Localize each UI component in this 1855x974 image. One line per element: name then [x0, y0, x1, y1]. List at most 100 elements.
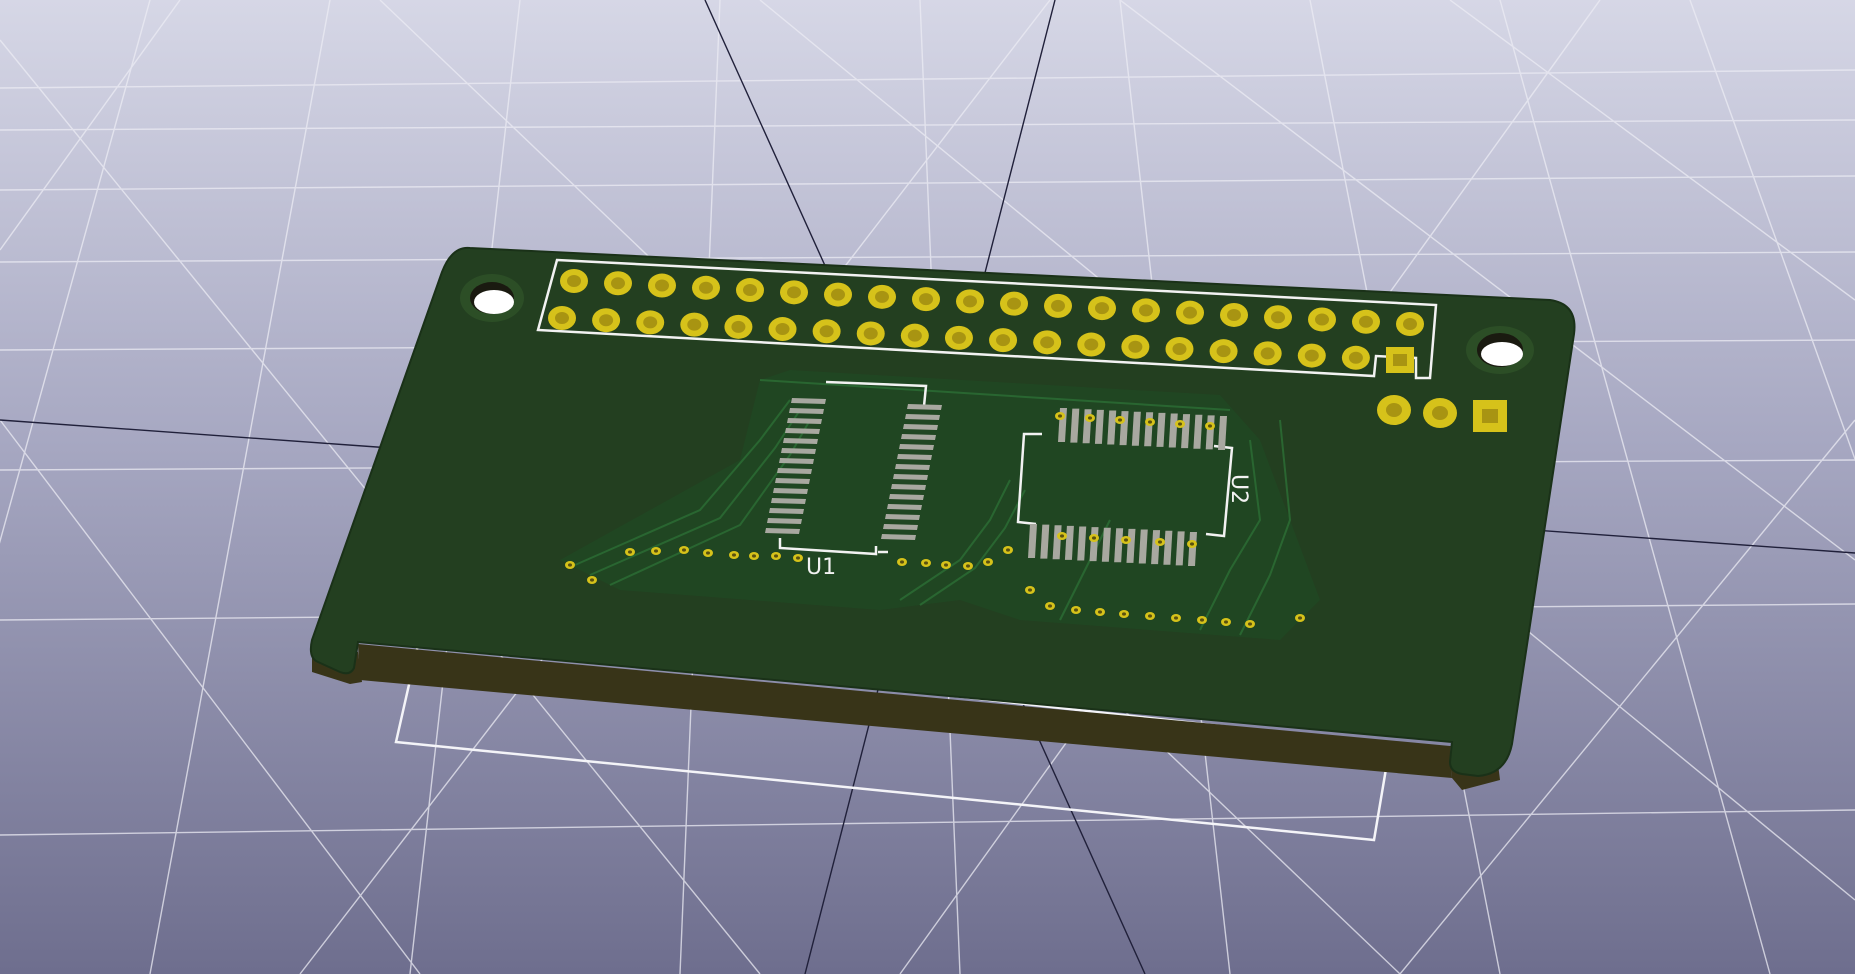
smd-pad	[775, 478, 810, 484]
via	[983, 558, 993, 566]
via	[1071, 606, 1081, 614]
via	[963, 562, 973, 570]
via	[729, 551, 739, 559]
smd-pad	[905, 414, 940, 420]
header-pin	[1264, 305, 1292, 330]
header-pin	[692, 275, 720, 300]
header-pin	[1297, 343, 1326, 368]
via	[1145, 418, 1155, 426]
smd-pad	[903, 424, 938, 430]
smd-pad	[785, 428, 820, 434]
header-pin	[648, 273, 676, 298]
smd-pad	[769, 508, 804, 514]
via	[1171, 614, 1181, 622]
via	[1245, 620, 1255, 628]
header-pin	[1308, 307, 1336, 332]
3d-scene[interactable]: U1 U2	[0, 0, 1855, 974]
via	[587, 576, 597, 584]
smd-pad	[773, 488, 808, 494]
header-pin	[1033, 330, 1062, 355]
u2-reference: U2	[1226, 474, 1251, 504]
smd-pad	[901, 434, 936, 440]
via	[1057, 532, 1067, 540]
header-pin	[989, 328, 1018, 353]
smd-pad	[889, 494, 924, 500]
smd-pad	[887, 504, 922, 510]
smd-pad	[765, 528, 800, 534]
via	[1089, 534, 1099, 542]
via	[1205, 422, 1215, 430]
mounting-hole-right	[1466, 326, 1534, 374]
smd-pad	[899, 444, 934, 450]
smd-pad	[779, 458, 814, 464]
header-pin	[1121, 334, 1150, 359]
smd-pad	[789, 408, 824, 414]
smd-pad	[883, 524, 918, 530]
smd-pad	[893, 474, 928, 480]
smd-pad	[907, 404, 942, 410]
via	[1295, 614, 1305, 622]
header-pin	[768, 317, 797, 342]
via	[1095, 608, 1105, 616]
smd-pad	[783, 438, 818, 444]
via	[1003, 546, 1013, 554]
smd-pad	[771, 498, 806, 504]
via	[793, 554, 803, 562]
header-pin	[1220, 302, 1248, 327]
via	[1175, 420, 1185, 428]
via	[941, 561, 951, 569]
header-pin	[1423, 398, 1457, 428]
header-pin	[1044, 293, 1072, 318]
header-pin	[1253, 341, 1282, 366]
header-pin	[780, 280, 808, 305]
smd-pad	[767, 518, 802, 524]
header-pin	[912, 287, 940, 312]
header-pin	[680, 312, 709, 337]
header-pin	[1088, 296, 1116, 321]
header-pin	[560, 269, 588, 293]
header-pin	[592, 308, 621, 333]
header-pin	[1396, 312, 1424, 336]
via	[1119, 610, 1129, 618]
smd-pad	[777, 468, 812, 474]
header-pin	[1209, 339, 1238, 364]
smd-pad	[891, 484, 926, 490]
via	[1115, 416, 1125, 424]
via	[1121, 536, 1131, 544]
via	[679, 546, 689, 554]
via	[1221, 618, 1231, 626]
3d-viewport[interactable]: U1 U2	[0, 0, 1855, 974]
header-pin	[1132, 298, 1160, 323]
header-pin	[1341, 345, 1370, 370]
via	[1155, 538, 1165, 546]
smd-pad	[781, 448, 816, 454]
via	[703, 549, 713, 557]
via	[565, 561, 575, 569]
via	[1085, 414, 1095, 422]
header-pin	[548, 306, 576, 330]
smd-pad	[791, 398, 826, 404]
via	[1197, 616, 1207, 624]
header-pin	[636, 310, 665, 335]
via	[897, 558, 907, 566]
smd-pad	[881, 534, 916, 540]
u1-reference: U1	[806, 555, 836, 580]
header-pin	[604, 271, 632, 296]
smd-pad	[885, 514, 920, 520]
header-pin	[1077, 332, 1106, 357]
via	[921, 559, 931, 567]
mounting-hole-left	[460, 274, 524, 322]
via	[1187, 540, 1197, 548]
smd-pad	[787, 418, 822, 424]
via	[1025, 586, 1035, 594]
header-pin	[900, 323, 929, 348]
header-pin	[868, 284, 896, 309]
header-pin	[956, 289, 984, 314]
header-pin	[1165, 336, 1194, 361]
header-pin	[1473, 400, 1507, 432]
header-pin	[824, 282, 852, 307]
via	[1045, 602, 1055, 610]
header-pin	[1176, 300, 1204, 325]
smd-pad	[895, 464, 930, 470]
header-pin	[812, 319, 841, 344]
